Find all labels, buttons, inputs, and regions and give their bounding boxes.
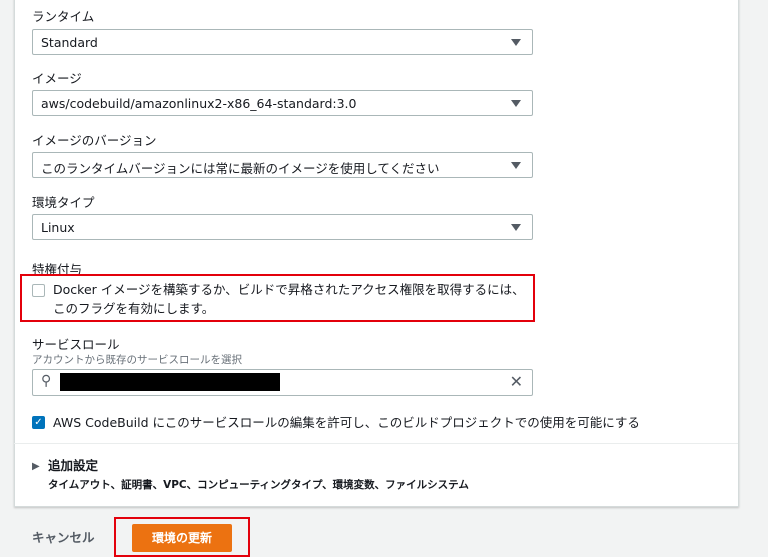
update-environment-button[interactable]: 環境の更新 [132, 524, 232, 552]
privileged-text: Docker イメージを構築するか、ビルドで昇格されたアクセス権限を取得するには… [53, 282, 525, 316]
env-type-select[interactable]: Linux [32, 214, 533, 240]
image-value: aws/codebuild/amazonlinux2-x86_64-standa… [41, 96, 357, 111]
caret-down-icon [511, 100, 521, 107]
runtime-label: ランタイム [32, 9, 95, 24]
runtime-value: Standard [41, 35, 98, 50]
allow-edit-checkbox[interactable]: ✓ [32, 416, 45, 429]
runtime-select[interactable]: Standard [32, 29, 533, 55]
caret-down-icon [511, 39, 521, 46]
service-role-label: サービスロール [32, 337, 120, 352]
caret-right-icon[interactable]: ▶ [32, 461, 40, 472]
clear-icon[interactable]: ✕ [510, 372, 523, 391]
image-label: イメージ [32, 71, 82, 86]
allow-edit-text: AWS CodeBuild にこのサービスロールの編集を許可し、このビルドプロジ… [53, 415, 640, 430]
additional-settings-toggle[interactable]: 追加設定 [48, 456, 98, 475]
image-version-value: このランタイムバージョンには常に最新のイメージを使用してください [41, 161, 440, 176]
redacted-value [60, 373, 280, 391]
env-type-label: 環境タイプ [32, 195, 95, 210]
search-icon: ⚲ [41, 373, 52, 389]
privileged-checkbox[interactable] [32, 284, 45, 297]
caret-down-icon [511, 224, 521, 231]
service-role-search[interactable]: ⚲ ✕ [32, 369, 533, 396]
env-type-value: Linux [41, 220, 75, 235]
caret-down-icon [511, 162, 521, 169]
image-version-label: イメージのバージョン [32, 133, 157, 148]
image-select[interactable]: aws/codebuild/amazonlinux2-x86_64-standa… [32, 90, 533, 116]
divider [14, 443, 738, 444]
cancel-button[interactable]: キャンセル [32, 528, 95, 547]
image-version-select[interactable]: このランタイムバージョンには常に最新のイメージを使用してください [32, 152, 533, 178]
additional-settings-description: タイムアウト、証明書、VPC、コンピューティングタイプ、環境変数、ファイルシステ… [48, 479, 469, 491]
service-role-description: アカウントから既存のサービスロールを選択 [32, 354, 242, 366]
